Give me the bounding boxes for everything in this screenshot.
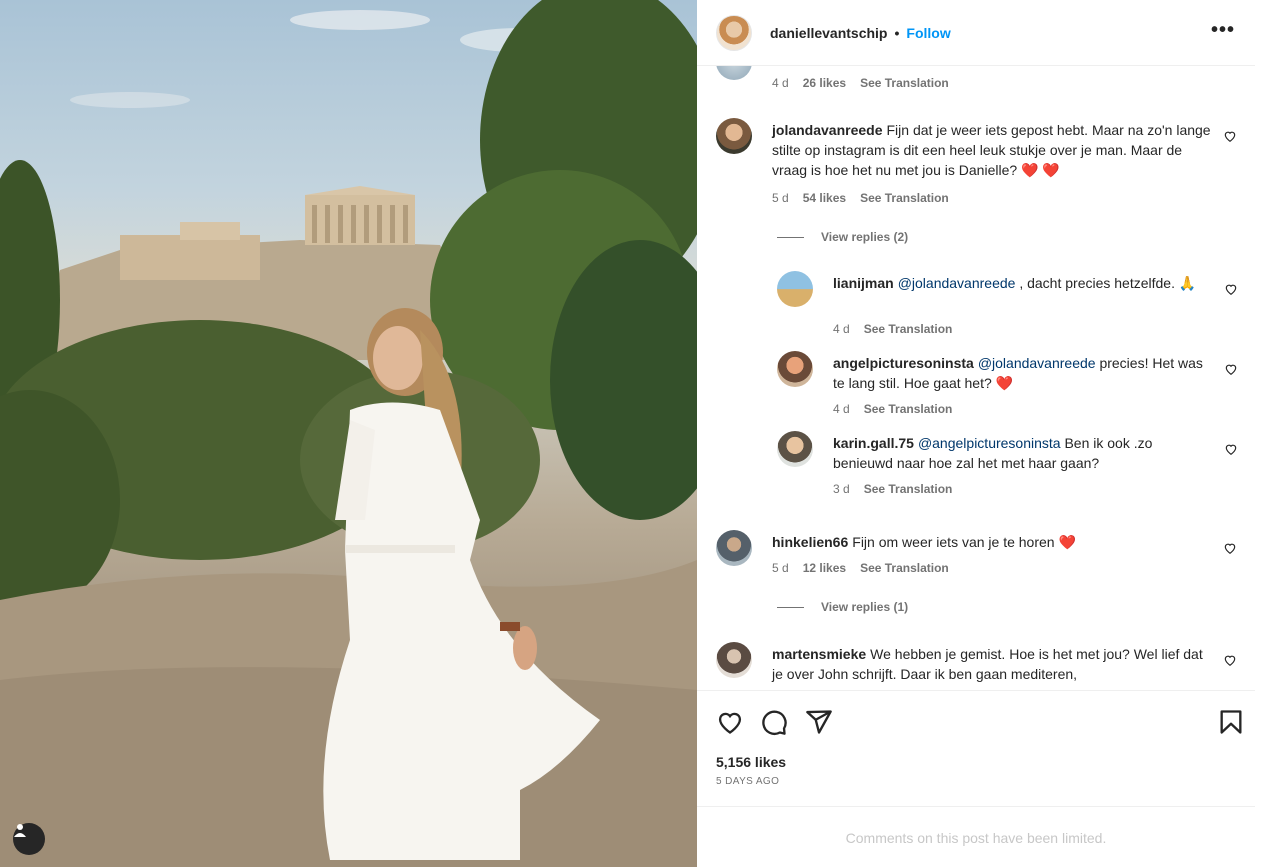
comment: jolandavanreede Fijn dat je weer iets gep…: [716, 118, 1236, 180]
comment-username[interactable]: hinkelien66: [772, 534, 848, 550]
avatar[interactable]: [777, 431, 813, 467]
comment-text: martensmieke We hebben je gemist. Hoe is …: [772, 644, 1212, 684]
comment-text: hinkelien66 Fijn om weer iets van je te h…: [772, 532, 1212, 552]
avatar[interactable]: [716, 66, 752, 80]
avatar[interactable]: [716, 530, 752, 566]
like-comment-icon[interactable]: [1224, 282, 1238, 296]
avatar[interactable]: [777, 271, 813, 307]
comment-likes[interactable]: 26 likes: [803, 76, 846, 90]
comment-text: lianijman @jolandavanreede , dacht precie…: [833, 273, 1213, 293]
mention-link[interactable]: @jolandavanreede: [898, 275, 1016, 291]
like-icon[interactable]: [716, 708, 744, 736]
author-username[interactable]: daniellevantschip: [770, 25, 887, 41]
comment-text: angelpicturesoninsta @jolandavanreede pre…: [833, 353, 1213, 393]
mention-link[interactable]: @jolandavanreede: [978, 355, 1096, 371]
post-actions: 5,156 likes 5 DAYS AGO: [697, 690, 1255, 807]
view-replies-button[interactable]: View replies (1): [777, 600, 908, 614]
post-likes-count[interactable]: 5,156 likes: [716, 754, 786, 770]
comment-meta: 3 d See Translation: [833, 482, 966, 496]
see-translation-link[interactable]: See Translation: [864, 322, 953, 336]
comment-body: , dacht precies hetzelfde. 🙏: [1015, 275, 1197, 291]
avatar[interactable]: [777, 351, 813, 387]
comment-meta: 5 d 12 likes See Translation: [772, 561, 963, 575]
view-replies-button[interactable]: View replies (2): [777, 230, 908, 244]
comment-icon[interactable]: [760, 708, 788, 736]
comment-text: karin.gall.75 @angelpicturesoninsta Ben i…: [833, 433, 1213, 473]
see-translation-link[interactable]: See Translation: [860, 76, 949, 90]
more-options-icon[interactable]: •••: [1211, 20, 1235, 40]
see-translation-link[interactable]: See Translation: [864, 402, 953, 416]
share-icon[interactable]: [805, 708, 833, 736]
view-replies-label: View replies (1): [821, 600, 909, 614]
avatar[interactable]: [716, 118, 752, 154]
comment-likes[interactable]: 12 likes: [803, 561, 846, 575]
comment-time: 5 d: [772, 561, 789, 575]
tagged-user-icon[interactable]: [13, 823, 45, 855]
divider: [777, 606, 804, 608]
comment-likes[interactable]: 54 likes: [803, 191, 846, 205]
like-comment-icon[interactable]: [1223, 653, 1237, 667]
like-comment-icon[interactable]: [1224, 442, 1238, 456]
comment-username[interactable]: jolandavanreede: [772, 122, 883, 138]
comment-body: Fijn om weer iets van je te horen ❤️: [852, 534, 1076, 550]
comment-time: 4 d: [772, 76, 789, 90]
comment-username[interactable]: angelpicturesoninsta: [833, 355, 974, 371]
header-separator: •: [894, 24, 900, 41]
avatar[interactable]: [716, 642, 752, 678]
comment-meta: 4 d See Translation: [833, 322, 966, 336]
comment-time: 4 d: [833, 322, 850, 336]
comment-username[interactable]: lianijman: [833, 275, 894, 291]
post-photo[interactable]: [0, 0, 697, 867]
divider: [777, 236, 804, 238]
see-translation-link[interactable]: See Translation: [860, 191, 949, 205]
comment-meta: 4 d See Translation: [833, 402, 966, 416]
comment-meta: 5 d 54 likes See Translation: [772, 191, 963, 205]
comment-username[interactable]: karin.gall.75: [833, 435, 914, 451]
follow-button[interactable]: Follow: [906, 25, 950, 41]
save-bookmark-icon[interactable]: [1217, 708, 1245, 736]
like-comment-icon[interactable]: [1223, 541, 1237, 555]
like-comment-icon[interactable]: [1223, 129, 1237, 143]
post-time-ago: 5 DAYS AGO: [716, 776, 780, 787]
post-header: daniellevantschip • Follow •••: [697, 0, 1255, 66]
comment-time: 4 d: [833, 402, 850, 416]
post-sidebar: daniellevantschip • Follow ••• 4 d 26 li…: [697, 0, 1265, 867]
comment-time: 5 d: [772, 191, 789, 205]
comment-username[interactable]: martensmieke: [772, 646, 866, 662]
see-translation-link[interactable]: See Translation: [864, 482, 953, 496]
like-comment-icon[interactable]: [1224, 362, 1238, 376]
view-replies-label: View replies (2): [821, 230, 909, 244]
acropolis-scene: [0, 0, 697, 867]
comments-limited-notice: Comments on this post have been limited.: [845, 830, 1107, 846]
see-translation-link[interactable]: See Translation: [860, 561, 949, 575]
comments-list[interactable]: 4 d 26 likes See Translation jolandavanr…: [697, 66, 1255, 690]
comment-meta: 4 d 26 likes See Translation: [772, 76, 963, 90]
author-avatar[interactable]: [716, 14, 752, 51]
comment-text: jolandavanreede Fijn dat je weer iets gep…: [772, 120, 1212, 180]
comment-time: 3 d: [833, 482, 850, 496]
mention-link[interactable]: @angelpicturesoninsta: [918, 435, 1061, 451]
